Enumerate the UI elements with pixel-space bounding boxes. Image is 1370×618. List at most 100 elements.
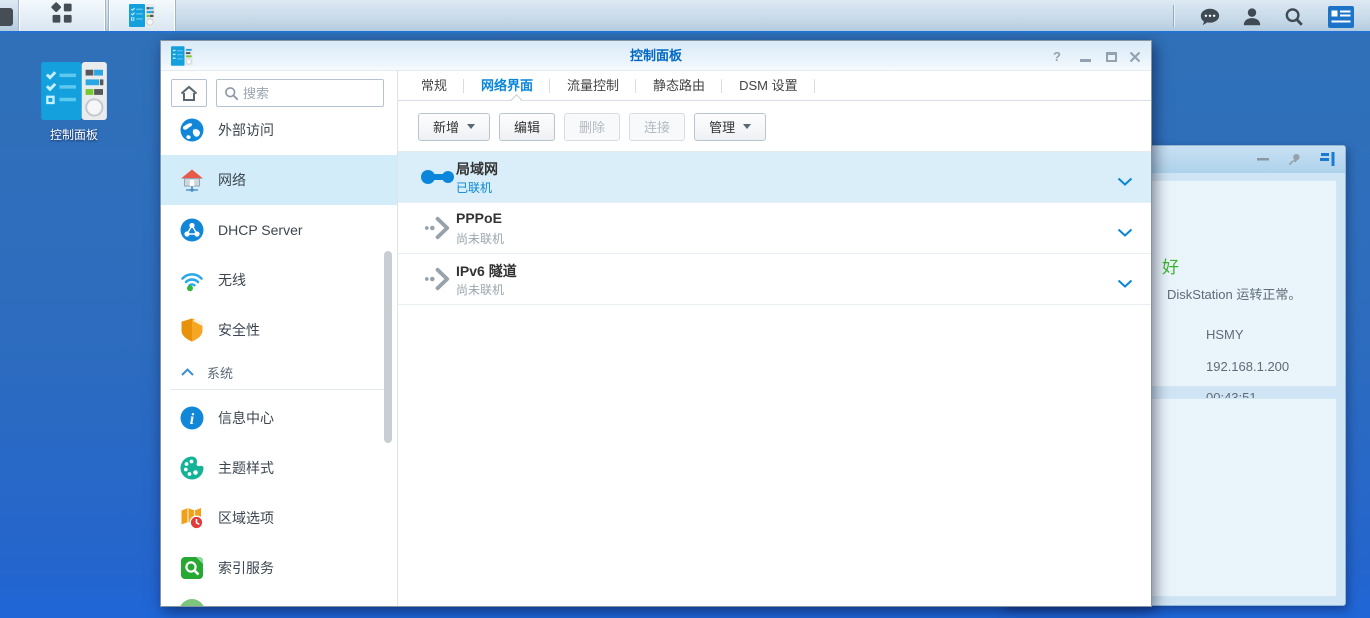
tab-bar: 常规 网络界面 流量控制 静态路由 DSM 设置 [398,71,1151,101]
lan-connection-icon [418,161,458,193]
window-sidebar: 外部访问 网络 [161,71,398,606]
sidebar-item-network[interactable]: 网络 [161,155,398,205]
server-name-value: HSMY [1206,327,1244,342]
widget-minimize-icon[interactable] [1257,152,1273,166]
shortcut-label: 控制面板 [34,126,114,143]
sidebar-item-label: DHCP Server [218,222,303,238]
search-icon[interactable] [1282,6,1306,28]
interface-list: 局域网 已联机 [398,151,1151,305]
tab-general[interactable]: 常规 [404,71,464,100]
interface-status: 已联机 [456,179,492,196]
chevron-down-icon[interactable] [1117,173,1133,191]
widget-layout-icon[interactable] [1320,152,1336,166]
window-title: 控制面板 [161,41,1151,71]
ipv6-tunnel-connection-icon [418,263,458,295]
interface-name: IPv6 隧道 [456,261,517,281]
search-box[interactable] [216,79,384,107]
dropdown-caret-icon [467,124,475,129]
sidebar-section-system[interactable]: 系统 [161,355,398,389]
interface-row-pppoe[interactable]: PPPoE 尚未联机 [398,203,1151,254]
sidebar-item-label: 无线 [218,270,246,290]
svg-text:i: i [190,411,195,428]
control-panel-taskbar-button[interactable] [108,0,176,31]
tab-network-interface[interactable]: 网络界面 [464,71,550,100]
chevron-down-icon[interactable] [1117,275,1133,293]
home-icon [180,85,198,102]
control-panel-shortcut[interactable]: 控制面板 [34,62,114,143]
sidebar-divider [171,389,388,390]
dhcp-server-icon [179,217,205,243]
taskbar [0,0,1370,33]
dropdown-caret-icon [743,124,751,129]
desktop: 控制面板 好 Di [0,0,1370,618]
health-status-text: DiskStation 运转正常。 [1167,284,1301,303]
widget-pin-icon[interactable] [1287,152,1303,166]
globe-icon [179,117,205,143]
collapse-chevron-icon [181,363,194,381]
add-button[interactable]: 新增 [418,113,490,141]
sidebar-item-theme[interactable]: 主题样式 [161,443,398,493]
sidebar-item-partial-icon [179,599,205,606]
window-content: 常规 网络界面 流量控制 静态路由 DSM 设置 新增 编辑 删除 [398,71,1151,606]
close-button[interactable] [1127,49,1143,64]
help-button[interactable]: ? [1049,49,1065,64]
delete-button[interactable]: 删除 [564,113,620,141]
minimize-button[interactable] [1077,49,1093,64]
palette-icon [179,455,205,481]
home-button[interactable] [171,79,207,107]
interface-row-ipv6-tunnel[interactable]: IPv6 隧道 尚未联机 [398,254,1151,305]
sidebar-item-label: 主题样式 [218,458,274,478]
chat-icon[interactable] [1198,6,1222,28]
search-icon [224,86,239,101]
sidebar-item-security[interactable]: 安全性 [161,305,398,355]
main-menu-button[interactable] [18,0,106,31]
maximize-button[interactable] [1103,49,1119,64]
ip-address-value: 192.168.1.200 [1206,359,1289,374]
user-icon[interactable] [1240,6,1264,28]
sidebar-item-info-center[interactable]: i 信息中心 [161,393,398,443]
tab-dsm-settings[interactable]: DSM 设置 [722,71,815,100]
interface-status: 尚未联机 [456,281,504,298]
taskbar-divider [1173,5,1174,27]
shield-icon [179,317,205,343]
sidebar-item-label: 外部访问 [218,120,274,140]
sidebar-item-label: 安全性 [218,320,260,340]
widgets-icon[interactable] [1328,6,1352,28]
interface-name: PPPoE [456,210,502,226]
control-panel-window: 控制面板 ? [160,40,1152,607]
sidebar-section-label: 系统 [207,363,233,382]
tab-traffic-control[interactable]: 流量控制 [550,71,636,100]
network-home-icon [179,167,205,193]
sidebar-item-label: 信息中心 [218,408,274,428]
manage-button[interactable]: 管理 [694,113,766,141]
map-clock-icon [179,505,205,531]
greeting-text: 好 [1162,253,1179,278]
sidebar-item-indexing-service[interactable]: 索引服务 [161,543,398,593]
sidebar-item-wireless[interactable]: 无线 [161,255,398,305]
tab-static-route[interactable]: 静态路由 [636,71,722,100]
sidebar-item-dhcp-server[interactable]: DHCP Server [161,205,398,255]
search-input[interactable] [243,81,379,105]
sidebar-item-external-access[interactable]: 外部访问 [161,105,398,155]
interface-name: 局域网 [456,159,498,179]
sidebar-item-label: 索引服务 [218,558,274,578]
pppoe-connection-icon [418,212,458,244]
index-search-icon [179,555,205,581]
sidebar-item-label: 区域选项 [218,508,274,528]
chevron-down-icon[interactable] [1117,224,1133,242]
control-panel-icon [34,62,114,120]
edit-button[interactable]: 编辑 [499,113,555,141]
main-menu-icon [50,1,74,30]
sidebar-item-regional-options[interactable]: 区域选项 [161,493,398,543]
taskbar-edge-icon[interactable] [0,8,13,26]
window-body: 外部访问 网络 [161,71,1151,606]
info-icon: i [179,405,205,431]
interface-row-lan[interactable]: 局域网 已联机 [398,152,1151,203]
interface-status: 尚未联机 [456,230,504,247]
control-panel-icon [129,4,155,27]
wifi-icon [179,267,205,293]
sidebar-item-label: 网络 [218,170,246,190]
connect-button[interactable]: 连接 [629,113,685,141]
window-titlebar[interactable]: 控制面板 ? [161,41,1151,71]
sidebar-scrollbar[interactable] [384,251,392,443]
